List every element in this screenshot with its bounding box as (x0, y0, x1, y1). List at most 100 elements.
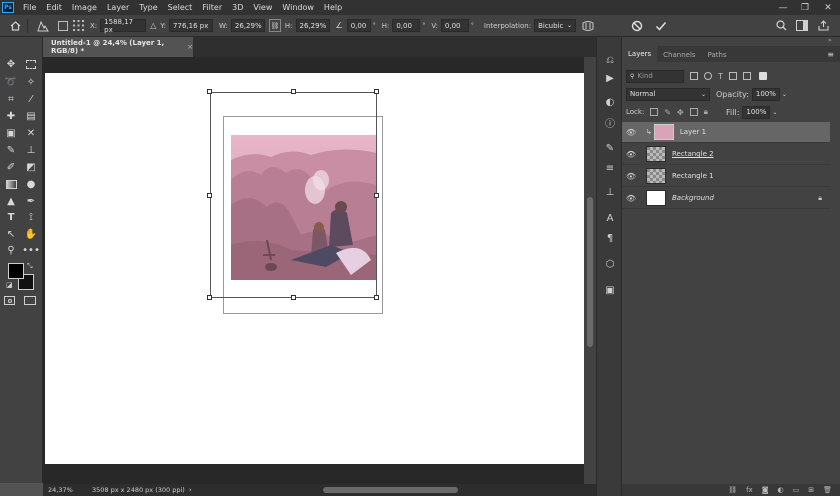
filter-smart-object-icon[interactable] (742, 72, 751, 80)
delete-layer-icon[interactable]: 🗑︎ (823, 486, 832, 494)
character-panel-icon[interactable]: A (602, 211, 618, 225)
info-panel-icon[interactable]: ⓘ (602, 115, 618, 130)
menu-view[interactable]: View (248, 3, 277, 12)
vertical-scrollbar[interactable] (584, 57, 596, 484)
chevron-down-icon[interactable]: ⌄ (772, 109, 777, 116)
filter-type-icon[interactable]: T (718, 72, 723, 81)
transform-handle-middle-right[interactable] (374, 193, 379, 198)
zoom-level[interactable]: 24,37% (48, 486, 88, 494)
delta-icon[interactable]: △ (150, 21, 156, 30)
marquee-tool-icon[interactable] (22, 57, 40, 71)
patch-tool-icon[interactable]: ▤ (22, 109, 40, 123)
adjustments-panel-icon[interactable]: ◐ (602, 95, 618, 109)
layer-row-rectangle-1[interactable]: 👁︎ Rectangle 1 (622, 166, 830, 187)
x-position-field[interactable]: 1588,17 px (100, 18, 147, 34)
move-tool-options-icon[interactable] (34, 20, 52, 32)
menu-filter[interactable]: Filter (197, 3, 227, 12)
default-colors-icon[interactable]: ◪ (6, 281, 13, 289)
panel-collapse-icon[interactable]: » (828, 37, 832, 44)
reference-point-toggle-icon[interactable] (58, 20, 68, 31)
photoshop-logo[interactable]: Ps (2, 2, 14, 13)
more-tools-icon[interactable]: ••• (22, 243, 40, 257)
link-layers-icon[interactable]: ⛓ (728, 486, 737, 494)
menu-help[interactable]: Help (319, 3, 347, 12)
layer-row-background[interactable]: 👁︎ Background 🔒︎ (622, 188, 830, 209)
visibility-eye-icon[interactable]: 👁︎ (622, 172, 640, 181)
cancel-transform-icon[interactable] (630, 20, 644, 32)
add-mask-icon[interactable]: ◙ (762, 486, 769, 494)
rotation-field[interactable]: 0,00 (346, 19, 371, 32)
canvas-area[interactable] (43, 57, 596, 484)
visibility-eye-icon[interactable]: 👁︎ (622, 128, 640, 137)
transform-handle-top-left[interactable] (207, 89, 212, 94)
transform-handle-bottom-right[interactable] (374, 295, 379, 300)
restore-button[interactable]: ❐ (794, 0, 816, 15)
direct-selection-tool-icon[interactable]: ↖ (2, 227, 20, 241)
brush-settings-icon[interactable]: ✎ (602, 141, 618, 155)
menu-window[interactable]: Window (277, 3, 319, 12)
horizontal-skew-field[interactable]: 0,00 (392, 19, 421, 32)
menu-image[interactable]: Image (67, 3, 102, 12)
search-icon[interactable] (776, 20, 787, 33)
swap-colors-icon[interactable]: ⤡ (27, 262, 33, 271)
menu-3d[interactable]: 3D (227, 3, 248, 12)
lock-image-icon[interactable]: ✎ (664, 108, 671, 117)
status-arrow-icon[interactable]: › (189, 486, 192, 494)
clone-source-icon[interactable]: ⊥ (602, 185, 618, 199)
gradient-tool-icon[interactable] (2, 177, 20, 191)
home-icon[interactable] (9, 20, 21, 31)
warp-toggle-icon[interactable] (582, 20, 594, 32)
width-field[interactable]: 26,29% (230, 19, 265, 32)
visibility-eye-icon[interactable]: 👁︎ (622, 194, 640, 203)
close-tab-icon[interactable]: × (187, 43, 193, 51)
layer-row-layer-1[interactable]: 👁︎ ↳ Layer 1 (622, 122, 830, 143)
workspace-icon[interactable] (796, 20, 808, 33)
eyedropper-tool-icon[interactable]: ⁄ (22, 92, 40, 106)
history-brush-tool-icon[interactable]: ✐ (2, 160, 20, 174)
3d-panel-icon[interactable]: ⬡ (602, 257, 618, 271)
share-icon[interactable] (818, 20, 829, 33)
document-canvas[interactable] (45, 73, 586, 464)
new-group-icon[interactable]: ▭ (793, 486, 800, 494)
panel-menu-icon[interactable]: ≡ (827, 50, 834, 59)
history-panel-icon[interactable]: ⎌ (602, 53, 618, 67)
menu-edit[interactable]: Edit (41, 3, 67, 12)
zoom-tool-icon[interactable]: ⚲ (2, 243, 20, 257)
filter-shape-icon[interactable] (728, 72, 737, 80)
horizontal-scroll-thumb[interactable] (323, 487, 458, 493)
actions-panel-icon[interactable]: ▶ (602, 71, 618, 85)
crop-tool-icon[interactable]: ⌗ (2, 92, 20, 106)
type-tool-icon[interactable]: T (2, 210, 20, 224)
screen-mode-icon[interactable] (24, 296, 36, 305)
new-layer-icon[interactable]: ⊞ (808, 486, 814, 494)
pen-tool-icon[interactable]: ✒ (22, 194, 40, 208)
visibility-eye-icon[interactable]: 👁︎ (622, 150, 640, 159)
path-selection-tool-icon[interactable]: ⟟ (22, 210, 40, 224)
transform-handle-bottom-center[interactable] (291, 295, 296, 300)
foreground-color-swatch[interactable] (8, 263, 24, 279)
lock-all-icon[interactable]: 🔒︎ (704, 107, 708, 117)
menu-file[interactable]: File (18, 3, 41, 12)
filter-toggle-icon[interactable] (758, 72, 767, 80)
layer-row-rectangle-2[interactable]: 👁︎ Rectangle 2 (622, 144, 830, 165)
tab-paths[interactable]: Paths (702, 51, 733, 62)
layer-filter-select[interactable]: ⚲ Kind (626, 69, 684, 83)
commit-transform-icon[interactable] (654, 20, 668, 32)
lock-transparent-icon[interactable] (650, 108, 659, 116)
tab-layers[interactable]: Layers (622, 46, 658, 62)
eraser-tool-icon[interactable]: ◩ (22, 160, 40, 174)
healing-brush-tool-icon[interactable]: ✚ (2, 109, 20, 123)
vertical-skew-field[interactable]: 0,00 (440, 19, 469, 32)
transform-handle-bottom-left[interactable] (207, 295, 212, 300)
chevron-down-icon[interactable]: ⌄ (782, 91, 787, 98)
filter-adjustment-icon[interactable] (704, 72, 712, 80)
transform-bounding-box[interactable] (210, 92, 377, 298)
properties-panel-icon[interactable]: ≡ (602, 161, 618, 175)
brush-tool-icon[interactable]: ✎ (2, 143, 20, 157)
transform-handle-top-center[interactable] (291, 89, 296, 94)
reference-point-grid-icon[interactable] (72, 20, 84, 32)
libraries-panel-icon[interactable]: ▣ (602, 283, 618, 297)
minimize-button[interactable]: — (772, 0, 794, 15)
document-tab[interactable]: Untitled-1 @ 24,4% (Layer 1, RGB/8) * × (43, 37, 193, 57)
close-window-button[interactable]: ✕ (817, 0, 839, 15)
